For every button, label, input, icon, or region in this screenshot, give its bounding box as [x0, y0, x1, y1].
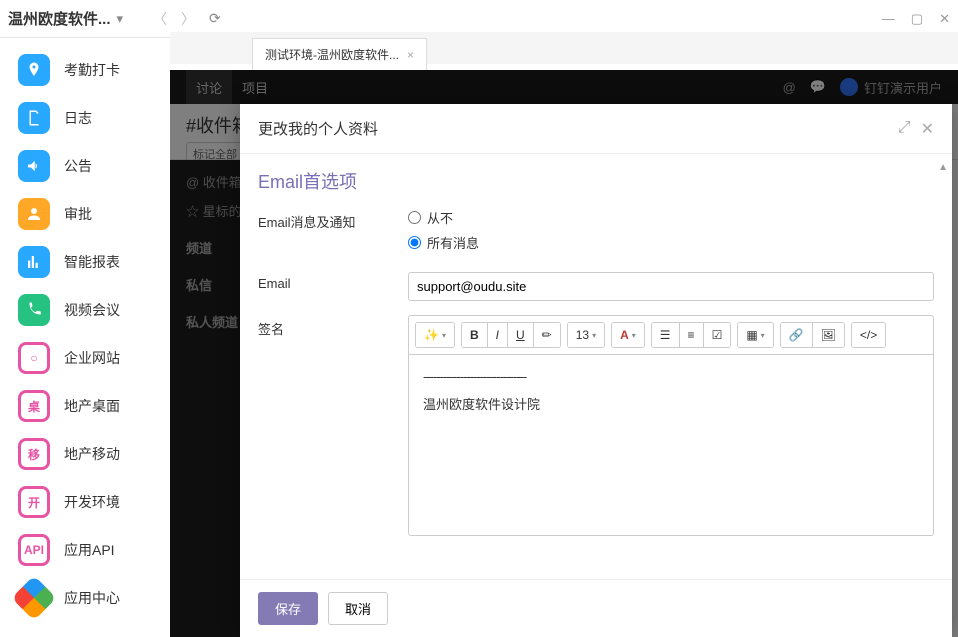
- rte-checklist-button[interactable]: ☑: [704, 323, 731, 347]
- horn-icon: [18, 150, 50, 182]
- rte-fontsize-button[interactable]: 13▾: [568, 323, 604, 347]
- browser-tab[interactable]: 测试环境-温州欧度软件... ×: [252, 38, 427, 70]
- sidebar-item-label: 审批: [64, 204, 92, 224]
- label-notify: Email消息及通知: [258, 208, 408, 258]
- signature-text: 温州欧度软件设计院: [423, 394, 919, 413]
- radio-all-input[interactable]: [408, 236, 421, 249]
- close-window-icon[interactable]: ✕: [939, 11, 950, 27]
- content-area: 测试环境-温州欧度软件... × 讨论 项目 @ 💬 钉钉演示用户 #收件箱 标…: [170, 38, 958, 637]
- back-icon[interactable]: 〈: [153, 9, 167, 29]
- sidebar-item-label: 地产移动: [64, 444, 120, 464]
- profile-modal: 更改我的个人资料 ⤢ ✕ ▲ Email首选项 Email消息及通知 从不: [240, 104, 952, 637]
- email-input[interactable]: [408, 272, 934, 301]
- sidebar-item-label: 公告: [64, 156, 92, 176]
- rte-table-button[interactable]: ▦▾: [738, 323, 772, 347]
- sidebar-item-announce[interactable]: 公告: [0, 142, 170, 190]
- phone-icon: [18, 294, 50, 326]
- sidebar-item-label: 日志: [64, 108, 92, 128]
- ring-icon: ○: [18, 342, 50, 374]
- pin-icon: [18, 54, 50, 86]
- radio-all[interactable]: 所有消息: [408, 233, 934, 252]
- appcenter-icon: [11, 575, 56, 620]
- save-button[interactable]: 保存: [258, 592, 318, 625]
- rte-toolbar: ✨▾ B I U ✏ 13▾: [409, 316, 933, 355]
- rte-color-button[interactable]: A▾: [612, 323, 644, 347]
- close-icon[interactable]: ✕: [921, 119, 934, 139]
- forward-icon[interactable]: 〉: [181, 9, 195, 29]
- ring-api-icon: API: [18, 534, 50, 566]
- rte-ol-button[interactable]: ≡: [680, 323, 704, 347]
- rte-magic-button[interactable]: ✨▾: [416, 323, 454, 347]
- signature-divider: -------------------------------: [423, 369, 919, 384]
- radio-never-input[interactable]: [408, 211, 421, 224]
- sidebar-item-report[interactable]: 智能报表: [0, 238, 170, 286]
- sidebar-item-approval[interactable]: 审批: [0, 190, 170, 238]
- ring-dev-icon: 开: [18, 486, 50, 518]
- rte-underline-button[interactable]: U: [508, 323, 534, 347]
- rte-link-button[interactable]: 🔗: [781, 323, 813, 347]
- left-sidebar: 考勤打卡 日志 公告 审批 智能报表 视频会议 ○ 企业网站 桌 地产桌面: [0, 38, 170, 637]
- minimize-icon[interactable]: —: [882, 11, 895, 27]
- label-sign: 签名: [258, 315, 408, 536]
- cancel-button[interactable]: 取消: [328, 592, 388, 625]
- modal-footer: 保存 取消: [240, 579, 952, 637]
- sidebar-item-label: 开发环境: [64, 492, 120, 512]
- modal-title: 更改我的个人资料: [258, 118, 898, 139]
- sidebar-item-log[interactable]: 日志: [0, 94, 170, 142]
- expand-icon[interactable]: ⤢: [898, 119, 911, 139]
- label-email: Email: [258, 272, 408, 301]
- user-icon: [18, 198, 50, 230]
- rte-image-button[interactable]: 🖼: [813, 323, 844, 347]
- ring-mobile-icon: 移: [18, 438, 50, 470]
- sidebar-item-label: 企业网站: [64, 348, 120, 368]
- tab-title: 测试环境-温州欧度软件...: [265, 46, 399, 63]
- rte-content[interactable]: ------------------------------- 温州欧度软件设计…: [409, 355, 933, 535]
- modal-header: 更改我的个人资料 ⤢ ✕: [240, 104, 952, 154]
- sidebar-item-label: 视频会议: [64, 300, 120, 320]
- sidebar-item-label: 地产桌面: [64, 396, 120, 416]
- sidebar-item-appcenter[interactable]: 应用中心: [0, 574, 170, 622]
- rte-code-button[interactable]: </>: [852, 323, 885, 347]
- section-email-prefs: Email首选项: [258, 168, 934, 194]
- sidebar-item-label: 考勤打卡: [64, 60, 120, 80]
- window-controls: — ▢ ✕: [882, 11, 950, 27]
- sidebar-item-attendance[interactable]: 考勤打卡: [0, 46, 170, 94]
- doc-icon: [18, 102, 50, 134]
- sidebar-item-dev[interactable]: 开 开发环境: [0, 478, 170, 526]
- maximize-icon[interactable]: ▢: [911, 11, 923, 27]
- refresh-icon[interactable]: ⟳: [209, 10, 221, 27]
- modal-body: ▲ Email首选项 Email消息及通知 从不 所有消息: [240, 154, 952, 579]
- tab-close-icon[interactable]: ×: [407, 48, 414, 62]
- app-title: 温州欧度软件...: [8, 8, 111, 29]
- title-dropdown-icon[interactable]: ▾: [117, 11, 124, 27]
- sidebar-item-website[interactable]: ○ 企业网站: [0, 334, 170, 382]
- sidebar-item-label: 智能报表: [64, 252, 120, 272]
- sidebar-item-video[interactable]: 视频会议: [0, 286, 170, 334]
- sidebar-item-label: 应用中心: [64, 588, 120, 608]
- sidebar-item-label: 应用API: [64, 540, 115, 560]
- scroll-up-icon[interactable]: ▲: [938, 162, 948, 173]
- chart-icon: [18, 246, 50, 278]
- nav-arrows: 〈 〉: [153, 9, 195, 29]
- rte-erase-button[interactable]: ✏: [534, 323, 560, 347]
- rte-italic-button[interactable]: I: [488, 323, 508, 347]
- sidebar-item-api[interactable]: API 应用API: [0, 526, 170, 574]
- sidebar-item-desktop[interactable]: 桌 地产桌面: [0, 382, 170, 430]
- ring-desktop-icon: 桌: [18, 390, 50, 422]
- radio-never[interactable]: 从不: [408, 208, 934, 227]
- sidebar-item-mobile[interactable]: 移 地产移动: [0, 430, 170, 478]
- rich-text-editor: ✨▾ B I U ✏ 13▾: [408, 315, 934, 536]
- rte-bold-button[interactable]: B: [462, 323, 488, 347]
- rte-ul-button[interactable]: ☰: [652, 323, 680, 347]
